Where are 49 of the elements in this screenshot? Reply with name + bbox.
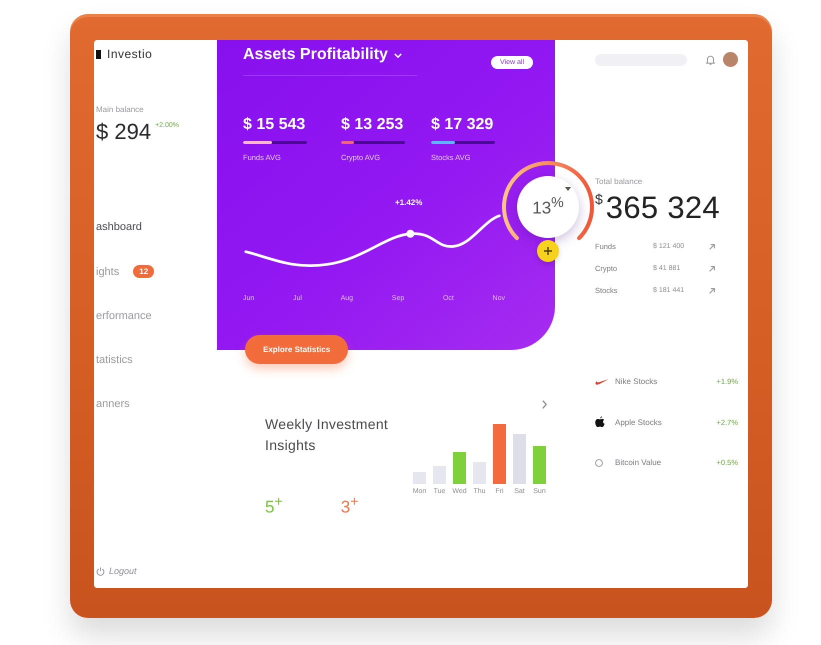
stock-name: Nike Stocks bbox=[615, 377, 658, 386]
caret-icon[interactable] bbox=[565, 187, 571, 191]
bar bbox=[473, 462, 486, 484]
apple-icon bbox=[595, 416, 605, 428]
chevron-icon bbox=[542, 400, 547, 409]
nav-item[interactable]: ashboard bbox=[96, 221, 142, 233]
bar bbox=[453, 452, 466, 484]
nav-item[interactable]: ights bbox=[96, 266, 120, 278]
arrow-icon bbox=[709, 288, 715, 294]
bar bbox=[433, 466, 446, 484]
stock-name: Bitcoin Value bbox=[615, 458, 662, 467]
bar bbox=[493, 424, 506, 484]
stat-value: $ 17 329 bbox=[431, 116, 494, 134]
section-title: Weekly Investment Insights bbox=[265, 415, 390, 455]
coin-icon bbox=[595, 458, 603, 466]
arrow-icon bbox=[709, 266, 715, 272]
stat-count: 3$^{+}$ bbox=[340, 494, 358, 518]
nav-item[interactable]: erformance bbox=[96, 310, 152, 322]
nav-item[interactable]: anners bbox=[96, 398, 130, 410]
logout-link[interactable]: Logout bbox=[96, 566, 217, 576]
balance-label: Main balance bbox=[96, 105, 145, 114]
bell-icon[interactable] bbox=[706, 54, 715, 64]
currency-sign: $ bbox=[595, 191, 603, 207]
logo-icon bbox=[96, 50, 101, 58]
total-label: Total balance bbox=[595, 177, 644, 186]
explore-button[interactable]: Explore Statistics bbox=[245, 335, 348, 364]
avatar[interactable] bbox=[723, 52, 738, 67]
plus-icon bbox=[544, 247, 552, 255]
next-button[interactable] bbox=[542, 400, 547, 409]
total-amount: 365 324 bbox=[606, 190, 720, 226]
bar bbox=[533, 446, 546, 484]
stat-value: $ 13 253 bbox=[341, 116, 404, 134]
caret-icon bbox=[394, 52, 402, 58]
nav-item[interactable]: tatistics bbox=[96, 354, 133, 366]
arrow-icon bbox=[709, 244, 715, 250]
gauge-value: 13$^{%}$ bbox=[532, 195, 564, 219]
count-badge: 12 bbox=[133, 265, 154, 278]
stat-count: 5$^{+}$ bbox=[265, 494, 283, 518]
title-dropdown[interactable]: Assets Profitability bbox=[243, 46, 402, 64]
balance-amount: $ 294 bbox=[96, 119, 152, 145]
point-marker bbox=[406, 230, 414, 238]
bar bbox=[413, 472, 426, 484]
power-icon bbox=[96, 566, 105, 576]
bar bbox=[513, 434, 526, 484]
swoosh-icon bbox=[595, 378, 609, 384]
stat-value: $ 15 543 bbox=[243, 116, 306, 134]
stock-name: Apple Stocks bbox=[615, 418, 663, 426]
change-label: +1.42% bbox=[395, 198, 422, 207]
app-name: Investio bbox=[107, 47, 152, 61]
